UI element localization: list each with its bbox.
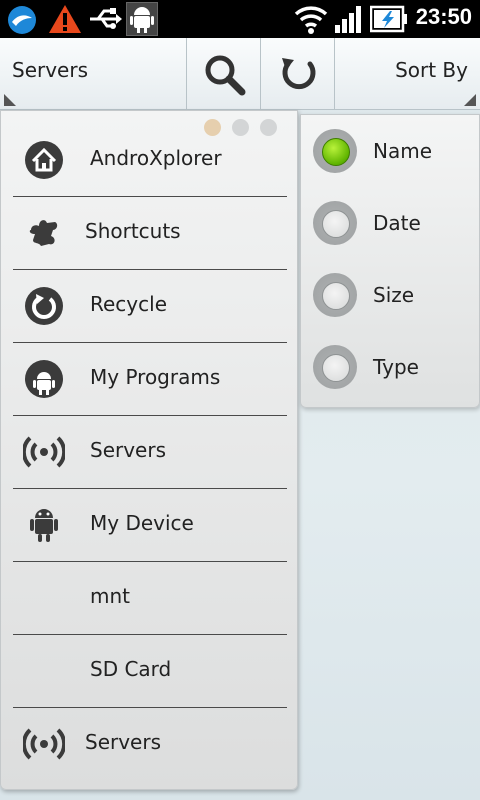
dropdown-corner-icon bbox=[4, 94, 16, 106]
nav-item-androxplorer[interactable]: AndroXplorer bbox=[13, 124, 287, 197]
signal-icon bbox=[335, 6, 361, 33]
puzzle-icon bbox=[29, 220, 58, 246]
nav-item-label: Recycle bbox=[90, 292, 167, 316]
sort-options-panel: Name Date Size Type bbox=[300, 114, 480, 408]
clock: 23:50 bbox=[415, 4, 472, 29]
warning-icon bbox=[49, 5, 81, 33]
sort-option-date[interactable]: Date bbox=[301, 187, 479, 259]
nav-item-recycle[interactable]: Recycle bbox=[13, 270, 287, 343]
toolbar: Servers Sort By bbox=[0, 38, 480, 110]
nav-item-label: My Programs bbox=[90, 365, 221, 389]
refresh-icon bbox=[282, 58, 316, 90]
sort-option-name[interactable]: Name bbox=[301, 115, 479, 187]
android-icon bbox=[30, 509, 58, 542]
search-button[interactable] bbox=[187, 38, 261, 110]
locations-list: AndroXplorer Shortcuts Recycle My Progra… bbox=[13, 124, 287, 781]
broadcast-icon bbox=[23, 436, 65, 468]
nav-item-my-programs[interactable]: My Programs bbox=[13, 343, 287, 416]
sort-by-label: Sort By bbox=[395, 58, 468, 82]
nav-item-sd-card[interactable]: SD Card bbox=[13, 635, 287, 708]
radio-button[interactable] bbox=[313, 201, 357, 245]
wifi-icon bbox=[294, 6, 328, 34]
refresh-button[interactable] bbox=[261, 38, 335, 110]
usb-icon bbox=[90, 8, 122, 29]
sort-option-label: Date bbox=[373, 211, 421, 235]
locations-panel: AndroXplorer Shortcuts Recycle My Progra… bbox=[0, 110, 298, 790]
radio-button[interactable] bbox=[313, 345, 357, 389]
sort-option-label: Size bbox=[373, 283, 415, 307]
status-bar: 23:50 bbox=[0, 0, 480, 38]
sort-option-size[interactable]: Size bbox=[301, 259, 479, 331]
battery-charging-icon bbox=[370, 5, 407, 33]
sort-by-dropdown[interactable]: Sort By bbox=[335, 38, 480, 110]
nav-item-mnt[interactable]: mnt bbox=[13, 562, 287, 635]
sort-option-type[interactable]: Type bbox=[301, 331, 479, 403]
nav-item-label: SD Card bbox=[90, 657, 172, 681]
sort-option-label: Name bbox=[373, 139, 433, 163]
kite-app-icon bbox=[8, 6, 36, 34]
nav-item-label: My Device bbox=[90, 511, 194, 535]
nav-item-servers[interactable]: Servers bbox=[13, 708, 287, 781]
nav-item-label: AndroXplorer bbox=[90, 146, 222, 170]
nav-item-label: Servers bbox=[90, 438, 167, 462]
dropdown-corner-icon bbox=[464, 94, 476, 106]
broadcast-icon bbox=[23, 728, 65, 760]
nav-item-my-device[interactable]: My Device bbox=[13, 489, 287, 562]
recycle-icon bbox=[25, 287, 63, 325]
android-apps-icon bbox=[25, 360, 63, 398]
search-icon bbox=[205, 55, 246, 96]
radio-button[interactable] bbox=[313, 273, 357, 317]
nav-item-shortcuts[interactable]: Shortcuts bbox=[13, 197, 287, 270]
nav-item-servers[interactable]: Servers bbox=[13, 416, 287, 489]
nav-item-label: mnt bbox=[90, 584, 130, 608]
nav-item-label: Servers bbox=[85, 730, 162, 754]
radio-button-checked[interactable] bbox=[313, 129, 357, 173]
nav-item-label: Shortcuts bbox=[85, 219, 181, 243]
location-dropdown[interactable]: Servers bbox=[0, 38, 187, 110]
location-label: Servers bbox=[12, 58, 89, 82]
home-icon bbox=[25, 141, 63, 179]
sort-option-label: Type bbox=[373, 355, 419, 379]
android-debug-icon bbox=[126, 2, 158, 36]
